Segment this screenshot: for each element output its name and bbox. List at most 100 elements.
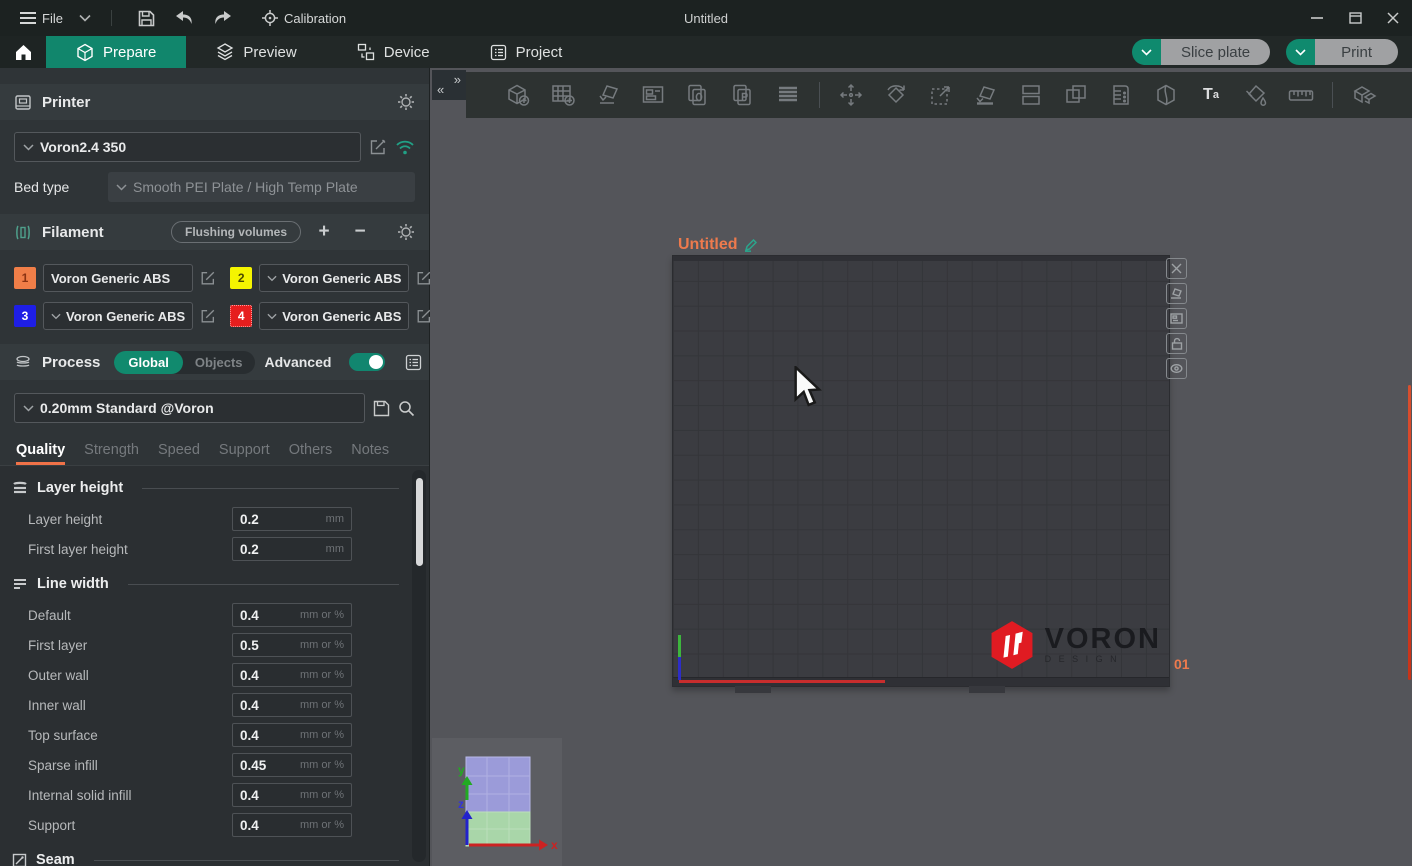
minimize-button[interactable] [1298,0,1336,36]
home-button[interactable] [0,36,46,68]
filament-1-preset-dropdown[interactable]: Voron Generic ABS [43,264,193,292]
move-icon[interactable] [833,77,869,113]
internal-solid-infill-line-width-input[interactable] [240,788,298,803]
filament-3-color-swatch[interactable]: 3 [14,305,36,327]
inner-wall-line-width-input[interactable] [240,698,298,713]
split-to-parts-icon[interactable] [1058,77,1094,113]
remove-filament-button[interactable]: − [347,221,373,243]
filament-2-color-swatch[interactable]: 2 [230,267,252,289]
edit-filament-1-icon[interactable] [200,270,216,286]
slice-plate-button[interactable]: Slice plate [1132,39,1270,65]
print-dropdown-chevron-icon[interactable] [1286,39,1315,65]
auto-orient-icon[interactable] [590,77,626,113]
delete-plate-icon[interactable] [1166,258,1187,279]
save-preset-icon[interactable] [373,400,390,417]
slice-dropdown-chevron-icon[interactable] [1132,39,1161,65]
viewport-3d-canvas[interactable]: » « Ta [430,68,1412,866]
tab-device[interactable]: Device [327,36,460,68]
layers-icon[interactable] [770,77,806,113]
plate-number-label[interactable]: 01 [1174,656,1190,672]
chevron-down-icon[interactable] [79,14,91,22]
plate-thumbnail[interactable]: y z x [432,738,562,866]
filament-3-preset-dropdown[interactable]: Voron Generic ABS [43,302,193,330]
calibration-button[interactable]: Calibration [256,6,352,30]
printer-section-header: Printer [0,84,429,120]
tab-prepare[interactable]: Prepare [46,36,186,68]
process-preset-dropdown[interactable]: 0.20mm Standard @Voron [14,393,365,423]
outer-wall-line-width-input[interactable] [240,668,298,683]
copy-icon[interactable] [680,77,716,113]
measure-icon[interactable] [1283,77,1319,113]
paste-icon[interactable] [725,77,761,113]
process-preset-row: 0.20mm Standard @Voron [0,380,429,433]
redo-icon[interactable] [208,0,238,36]
bed-type-dropdown[interactable]: Smooth PEI Plate / High Temp Plate [108,172,415,202]
variable-layer-height-icon[interactable] [1103,77,1139,113]
advanced-toggle[interactable] [349,353,385,371]
parameter-table-icon[interactable] [405,354,422,371]
scope-global-button[interactable]: Global [114,351,182,374]
arrange-icon[interactable] [635,77,671,113]
sidebar-collapse-button[interactable]: » « [432,70,466,100]
filament-4-color-swatch[interactable]: 4 [230,305,252,327]
add-icon[interactable] [500,77,536,113]
setting-row-support: Support mm or % [12,810,429,840]
filament-settings-gear-icon[interactable] [397,223,415,241]
edit-filament-3-icon[interactable] [200,308,216,324]
tab-strength[interactable]: Strength [84,442,139,465]
rotate-icon[interactable] [878,77,914,113]
assembly-view-icon[interactable] [1346,77,1382,113]
setting-row-sparse-infill: Sparse infill mm or % [12,750,429,780]
tab-support[interactable]: Support [219,442,270,465]
file-menu-button[interactable]: File [14,7,69,30]
build-plate[interactable]: VORON DESIGN [672,255,1170,687]
first-layer-line-width-input[interactable] [240,638,298,653]
add-plate-icon[interactable] [545,77,581,113]
print-button[interactable]: Print [1286,39,1398,65]
add-filament-button[interactable]: + [311,221,337,243]
tab-preview[interactable]: Preview [186,36,326,68]
edit-printer-icon[interactable] [369,138,387,156]
layer-height-input[interactable] [240,512,298,527]
wifi-connection-icon[interactable] [395,140,415,155]
first-layer-height-input[interactable] [240,542,298,557]
scale-icon[interactable] [923,77,959,113]
lock-plate-icon[interactable] [1166,333,1187,354]
default-line-width-input[interactable] [240,608,298,623]
hamburger-icon [20,11,36,25]
unit-label: mm or % [300,699,344,711]
save-icon[interactable] [132,0,162,36]
edit-plate-name-icon[interactable] [744,239,757,252]
scope-objects-button[interactable]: Objects [183,351,255,374]
split-to-objects-icon[interactable] [1013,77,1049,113]
tab-speed[interactable]: Speed [158,442,200,465]
tab-notes[interactable]: Notes [351,442,389,465]
tab-others[interactable]: Others [289,442,333,465]
prepare-icon [76,43,94,62]
filament-4-preset-dropdown[interactable]: Voron Generic ABS [259,302,409,330]
paint-icon[interactable] [1238,77,1274,113]
arrange-plate-icon[interactable] [1166,308,1187,329]
filament-1-color-swatch[interactable]: 1 [14,267,36,289]
sparse-infill-line-width-input[interactable] [240,758,298,773]
search-preset-icon[interactable] [398,400,415,417]
text-tool-icon[interactable]: Ta [1193,77,1229,113]
tab-project[interactable]: Project [460,36,593,68]
support-line-width-input[interactable] [240,818,298,833]
maximize-button[interactable] [1336,0,1374,36]
lay-on-face-icon[interactable] [968,77,1004,113]
plate-name-label[interactable]: Untitled [678,236,757,254]
tab-quality[interactable]: Quality [16,442,65,465]
settings-scrollbar-thumb[interactable] [416,478,423,566]
plate-settings-icon[interactable] [1166,358,1187,379]
close-button[interactable] [1374,0,1412,36]
top-surface-line-width-input[interactable] [240,728,298,743]
filament-2-preset-dropdown[interactable]: Voron Generic ABS [259,264,409,292]
undo-icon[interactable] [170,0,200,36]
printer-preset-dropdown[interactable]: Voron2.4 350 [14,132,361,162]
flushing-volumes-button[interactable]: Flushing volumes [171,221,301,243]
advanced-label: Advanced [265,354,332,370]
mesh-boolean-icon[interactable] [1148,77,1184,113]
orient-plate-icon[interactable] [1166,283,1187,304]
printer-settings-gear-icon[interactable] [397,93,415,111]
